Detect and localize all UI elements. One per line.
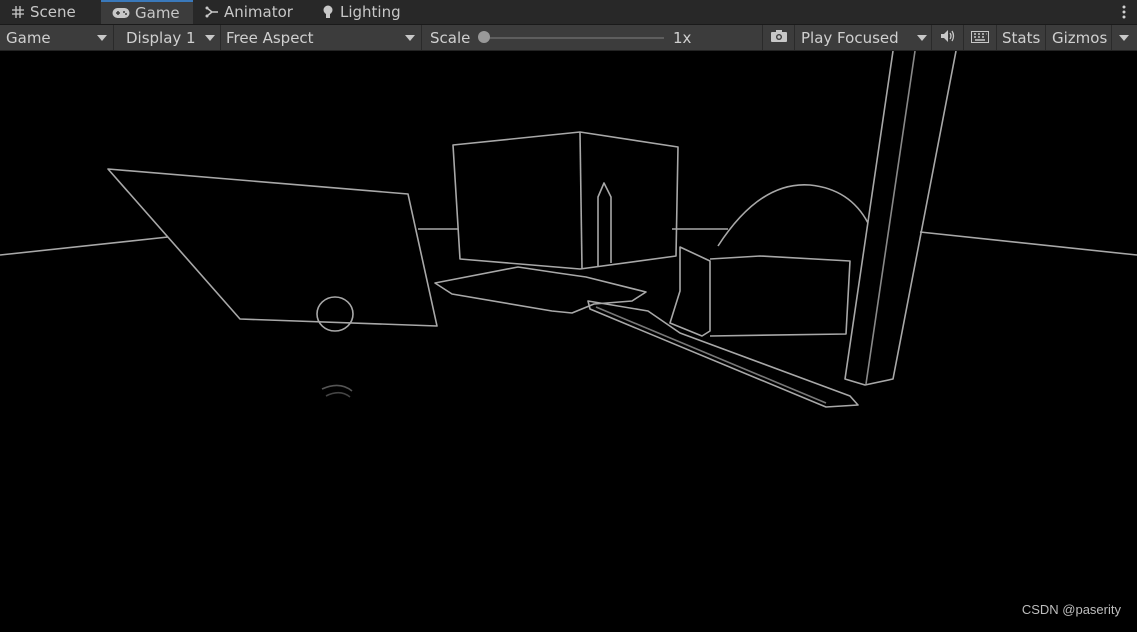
dome-outline bbox=[717, 184, 869, 247]
cube-outline bbox=[452, 131, 679, 270]
scale-label: Scale bbox=[430, 28, 471, 47]
sphere-outline bbox=[316, 296, 354, 332]
horizon-line-right bbox=[919, 231, 1137, 256]
tab-label: Game bbox=[135, 4, 180, 22]
play-mode-dropdown[interactable]: Play Focused bbox=[795, 25, 932, 50]
horizon-line-left bbox=[0, 236, 169, 256]
tab-label: Lighting bbox=[340, 3, 401, 21]
sphere-reflection bbox=[321, 384, 353, 392]
tab-animator[interactable]: Animator bbox=[194, 0, 306, 24]
chevron-down-icon bbox=[405, 35, 415, 41]
gamepad-icon bbox=[111, 5, 131, 21]
grid-icon bbox=[10, 4, 26, 20]
chevron-down-icon bbox=[97, 35, 107, 41]
tab-scene[interactable]: Scene bbox=[0, 0, 100, 24]
window-tab-bar: Scene Game Animator Lighting bbox=[0, 0, 1137, 25]
chevron-down-icon bbox=[1119, 35, 1129, 41]
scale-slider-track[interactable] bbox=[484, 37, 664, 39]
aspect-dropdown[interactable]: Free Aspect bbox=[221, 25, 422, 50]
tab-lighting[interactable]: Lighting bbox=[310, 0, 410, 24]
tab-label: Animator bbox=[224, 3, 293, 21]
ramp-outline bbox=[587, 300, 859, 408]
keyboard-icon bbox=[971, 29, 989, 47]
pillar-edge bbox=[865, 50, 916, 385]
chevron-down-icon bbox=[205, 35, 215, 41]
camera-icon bbox=[770, 29, 788, 47]
more-options-icon[interactable] bbox=[1121, 3, 1127, 21]
shortcuts-button[interactable] bbox=[964, 25, 997, 50]
gizmos-toggle[interactable]: Gizmos bbox=[1046, 25, 1112, 50]
mute-audio-button[interactable] bbox=[932, 25, 964, 50]
watermark: CSDN @paserity bbox=[1021, 602, 1121, 617]
game-viewport[interactable]: CSDN @paserity bbox=[0, 50, 1137, 628]
display-dropdown[interactable]: Display 1 bbox=[114, 25, 221, 50]
box-outline bbox=[669, 246, 711, 337]
lightbulb-icon bbox=[320, 4, 336, 20]
snapshot-button[interactable] bbox=[762, 25, 795, 50]
game-view-toolbar: Game Display 1 Free Aspect Scale 1x Play… bbox=[0, 25, 1137, 51]
speaker-icon bbox=[940, 29, 956, 47]
pillar-outline bbox=[844, 50, 957, 386]
gizmos-dropdown[interactable] bbox=[1112, 25, 1137, 50]
tab-game[interactable]: Game bbox=[101, 0, 193, 24]
scale-value: 1x bbox=[673, 29, 692, 47]
tab-label: Scene bbox=[30, 3, 76, 21]
view-mode-dropdown[interactable]: Game bbox=[0, 25, 114, 50]
animator-icon bbox=[204, 4, 220, 20]
box-right-outline bbox=[709, 255, 851, 337]
rendered-scene bbox=[0, 50, 1137, 408]
gizmos-label: Gizmos bbox=[1052, 28, 1108, 47]
stats-button[interactable]: Stats bbox=[997, 25, 1046, 50]
sphere-reflection-2 bbox=[325, 391, 351, 398]
display-value: Display 1 bbox=[126, 28, 196, 47]
stats-label: Stats bbox=[1002, 28, 1041, 47]
cube-doorway bbox=[597, 182, 612, 266]
chevron-down-icon bbox=[917, 35, 927, 41]
ramp-inner-line bbox=[595, 306, 827, 404]
play-mode-value: Play Focused bbox=[801, 28, 899, 47]
tilted-plane-outline bbox=[107, 168, 438, 327]
view-mode-value: Game bbox=[6, 28, 51, 47]
cube-edge bbox=[579, 131, 583, 270]
scale-slider-handle[interactable] bbox=[478, 31, 490, 43]
aspect-value: Free Aspect bbox=[226, 28, 314, 47]
